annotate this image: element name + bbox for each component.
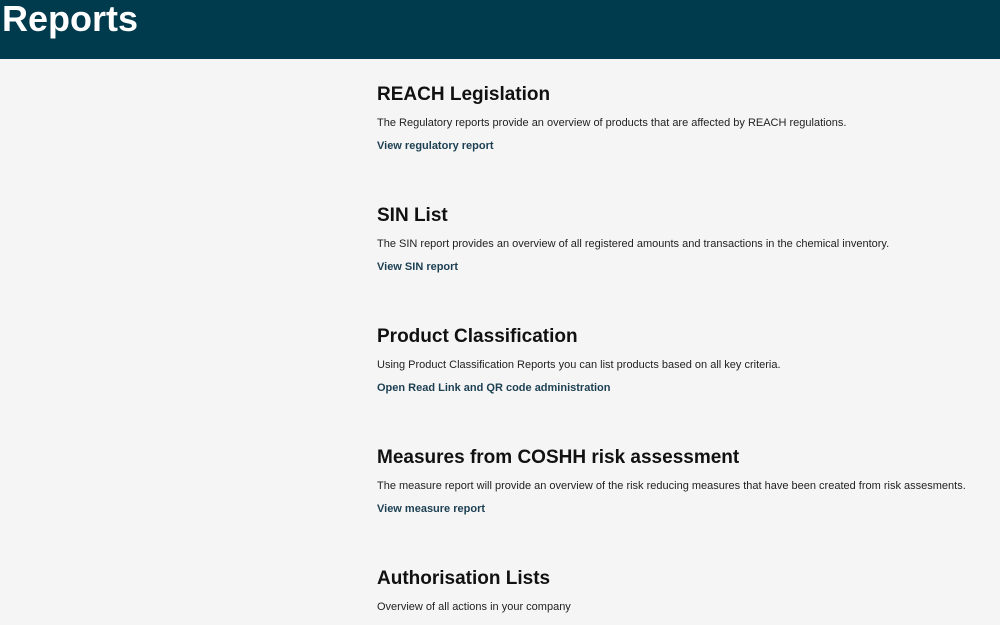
section-description: The Regulatory reports provide an overvi…	[377, 117, 847, 129]
open-read-link-qr-admin-link[interactable]: Open Read Link and QR code administratio…	[377, 381, 610, 395]
section-description: The measure report will provide an overv…	[377, 480, 966, 492]
view-regulatory-report-link[interactable]: View regulatory report	[377, 139, 494, 153]
section-title: Product Classification	[377, 326, 578, 347]
section-title: Authorisation Lists	[377, 568, 551, 589]
section-title: SIN List	[377, 205, 448, 226]
view-measure-report-link[interactable]: View measure report	[377, 502, 485, 516]
section-description: Using Product Classification Reports you…	[377, 359, 781, 371]
section-description: Overview of all actions in your company	[377, 601, 571, 613]
view-sin-report-link[interactable]: View SIN report	[377, 260, 458, 274]
page-title: Reports	[2, 0, 139, 39]
section-title: REACH Legislation	[377, 84, 551, 105]
section-title: Measures from COSHH risk assessment	[377, 447, 740, 468]
section-description: The SIN report provides an overview of a…	[377, 238, 890, 250]
page-header: Reports	[0, 0, 1000, 59]
